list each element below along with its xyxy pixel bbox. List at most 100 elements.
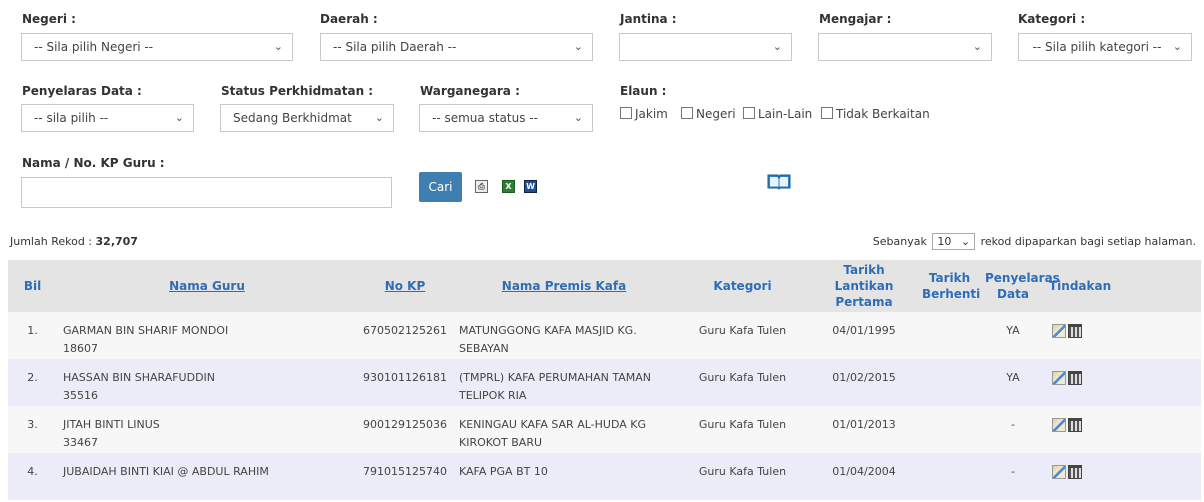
elaun-option-label: Jakim (635, 107, 668, 121)
cell-nokp: 791015125740 (363, 465, 447, 478)
table-row: 3. JITAH BINTI LINUS 33467 900129125036 K… (8, 406, 1201, 453)
edit-icon[interactable] (1052, 465, 1066, 479)
guru-table: Bil Nama Guru No KP Nama Premis Kafa Kat… (8, 260, 1201, 500)
negeri-select[interactable]: -- Sila pilih Negeri -- ⌄ (21, 33, 293, 61)
header-nama-guru[interactable]: Nama Guru (57, 260, 357, 312)
warganegara-select[interactable]: -- semua status -- ⌄ (419, 104, 593, 132)
page-size-value: 10 (937, 235, 952, 248)
header-tarikh-berhenti: Tarikh Berhenti (918, 260, 981, 312)
cell-kategori: Guru Kafa Tulen (698, 324, 787, 337)
kategori-select-value: -- Sila pilih kategori -- (1032, 40, 1162, 54)
table-header-row: Bil Nama Guru No KP Nama Premis Kafa Kat… (8, 260, 1201, 312)
edit-icon[interactable] (1052, 324, 1066, 338)
delete-icon[interactable] (1068, 371, 1082, 385)
elaun-checkbox-lain-lain[interactable]: Lain-Lain (743, 107, 812, 121)
negeri-select-value: -- Sila pilih Negeri -- (34, 40, 154, 54)
cell-berhenti (918, 312, 981, 359)
elaun-checkbox-negeri[interactable]: Negeri (681, 107, 736, 121)
word-icon[interactable]: W (524, 180, 537, 193)
cell-lantikan: 01/04/2004 (832, 465, 896, 478)
cell-tindakan (1045, 406, 1201, 453)
elaun-checkbox-jakim[interactable]: Jakim (620, 107, 668, 121)
cell-kategori: Guru Kafa Tulen (698, 465, 787, 478)
cell-penyelaras: YA (1006, 371, 1020, 384)
mengajar-select[interactable]: ⌄ (818, 33, 992, 61)
cell-kategori: Guru Kafa Tulen (698, 418, 787, 431)
nama-kp-input[interactable] (21, 177, 392, 208)
record-count-label: Jumlah Rekod : (10, 235, 93, 248)
cell-penyelaras: YA (1006, 324, 1020, 337)
cell-premis: MATUNGGONG KAFA MASJID KG. SEBAYAN (459, 324, 637, 355)
daerah-select-value: -- Sila pilih Daerah -- (333, 40, 457, 54)
header-kategori-text: Kategori (713, 279, 772, 293)
elaun-option-label: Tidak Berkaitan (836, 107, 930, 121)
page-size-control: Sebanyak 10 ⌄ rekod dipaparkan bagi seti… (873, 233, 1196, 250)
delete-icon[interactable] (1068, 324, 1082, 338)
cell-berhenti (918, 406, 981, 453)
cell-nokp: 900129125036 (363, 418, 447, 431)
cell-berhenti (918, 359, 981, 406)
cell-tindakan (1045, 312, 1201, 359)
chevron-down-icon: ⌄ (573, 111, 583, 124)
cell-premis: KAFA PGA BT 10 (459, 465, 548, 478)
table-row: 2. HASSAN BIN SHARAFUDDIN 35516 930101126… (8, 359, 1201, 406)
chevron-down-icon: ⌄ (374, 111, 384, 124)
guru-name: GARMAN BIN SHARIF MONDOI (63, 324, 229, 337)
elaun-checkbox-tidak-berkaitan[interactable]: Tidak Berkaitan (821, 107, 930, 121)
jantina-select[interactable]: ⌄ (619, 33, 792, 61)
cell-premis: KENINGAU KAFA SAR AL-HUDA KG KIROKOT BAR… (459, 418, 646, 449)
cell-penyelaras: - (1011, 418, 1015, 431)
header-kategori: Kategori (675, 260, 810, 312)
checkbox-box[interactable] (821, 107, 833, 119)
warganegara-select-value: -- semua status -- (432, 111, 538, 125)
delete-icon[interactable] (1068, 418, 1082, 432)
cell-nokp: 930101126181 (363, 371, 447, 384)
header-tindakan-text: Tindakan (1049, 279, 1112, 293)
guru-name: HASSAN BIN SHARAFUDDIN (63, 371, 216, 384)
cell-nama: JUBAIDAH BINTI KIAI @ ABDUL RAHIM (57, 453, 357, 500)
kategori-label: Kategori : (1018, 12, 1086, 26)
cell-tindakan (1045, 453, 1201, 500)
chevron-down-icon: ⌄ (273, 40, 283, 53)
status-label: Status Perkhidmatan : (221, 84, 374, 98)
header-nama-premis[interactable]: Nama Premis Kafa (453, 260, 675, 312)
cell-lantikan: 01/02/2015 (832, 371, 896, 384)
table-row: 4. JUBAIDAH BINTI KIAI @ ABDUL RAHIM 791… (8, 453, 1201, 500)
cell-nokp: 670502125261 (363, 324, 447, 337)
chevron-down-icon: ⌄ (573, 40, 583, 53)
chevron-down-icon: ⌄ (960, 235, 971, 248)
header-nama-guru-text[interactable]: Nama Guru (169, 279, 245, 293)
daerah-select[interactable]: -- Sila pilih Daerah -- ⌄ (320, 33, 593, 61)
kategori-select[interactable]: -- Sila pilih kategori -- ⌄ (1018, 33, 1192, 61)
cell-nama: GARMAN BIN SHARIF MONDOI 18607 (57, 312, 357, 359)
header-penyelaras: Penyelaras Data (981, 260, 1060, 312)
checkbox-box[interactable] (743, 107, 755, 119)
record-count-value: 32,707 (95, 235, 138, 248)
jantina-label: Jantina : (620, 12, 677, 26)
edit-icon[interactable] (1052, 418, 1066, 432)
page-size-select[interactable]: 10 ⌄ (932, 233, 976, 250)
chevron-down-icon: ⌄ (772, 40, 782, 53)
checkbox-box[interactable] (620, 107, 632, 119)
excel-icon[interactable]: X (502, 180, 515, 193)
page-size-prefix: Sebanyak (872, 235, 927, 248)
delete-icon[interactable] (1068, 465, 1082, 479)
header-nama-premis-text[interactable]: Nama Premis Kafa (502, 279, 626, 293)
header-tarikh-berhenti-text: Tarikh Berhenti (922, 271, 981, 301)
print-icon[interactable]: ⎙ (475, 180, 488, 193)
header-no-kp-text[interactable]: No KP (385, 279, 426, 293)
penyelaras-select[interactable]: -- sila pilih -- ⌄ (21, 104, 194, 132)
cell-bil: 1. (27, 324, 38, 337)
book-icon[interactable] (767, 173, 791, 190)
header-tarikh-lantikan-text: Tarikh Lantikan Pertama (834, 263, 894, 309)
status-select[interactable]: Sedang Berkhidmat ⌄ (220, 104, 394, 132)
elaun-option-label: Lain-Lain (758, 107, 813, 121)
search-button[interactable]: Cari (419, 172, 462, 202)
checkbox-box[interactable] (681, 107, 693, 119)
cell-penyelaras: - (1011, 465, 1015, 478)
edit-icon[interactable] (1052, 371, 1066, 385)
nama-label: Nama / No. KP Guru : (22, 156, 165, 170)
elaun-option-label: Negeri (696, 107, 736, 121)
cell-nama: JITAH BINTI LINUS 33467 (57, 406, 357, 453)
header-no-kp[interactable]: No KP (357, 260, 453, 312)
